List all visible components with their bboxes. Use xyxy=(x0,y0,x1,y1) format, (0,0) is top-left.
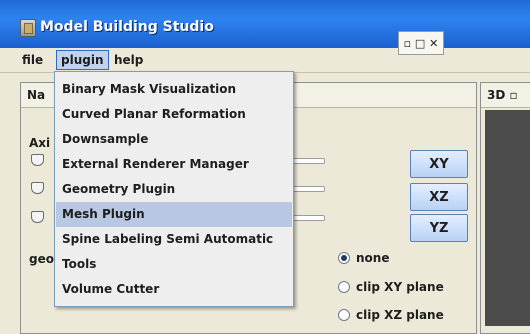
menu-item-mesh-plugin[interactable]: Mesh Plugin xyxy=(56,202,292,227)
radio-icon[interactable] xyxy=(338,281,350,293)
menu-file[interactable]: file xyxy=(18,51,47,69)
clip-xz-label: clip XZ plane xyxy=(356,308,444,322)
clip-none-label: none xyxy=(356,251,390,265)
clip-xy-option[interactable]: clip XY plane xyxy=(338,278,444,296)
view-xy-button[interactable]: XY xyxy=(410,150,468,178)
menu-item-curved-planar-reformation[interactable]: Curved Planar Reformation xyxy=(56,102,292,127)
radio-checked-icon[interactable] xyxy=(338,252,350,264)
clip-xy-label: clip XY plane xyxy=(356,280,444,294)
panel-controls-label[interactable]: ▫ □ ✕ xyxy=(404,37,439,50)
menu-item-external-renderer-manager[interactable]: External Renderer Manager xyxy=(56,152,292,177)
slider-thumb[interactable] xyxy=(31,154,44,166)
panel-tab-label[interactable]: Na xyxy=(27,88,45,102)
clip-none-option[interactable]: none xyxy=(338,249,389,267)
menu-item-downsample[interactable]: Downsample xyxy=(56,127,292,152)
menu-item-volume-cutter[interactable]: Volume Cutter xyxy=(56,277,292,302)
app-icon xyxy=(20,19,36,37)
menu-item-geometry-plugin[interactable]: Geometry Plugin xyxy=(56,177,292,202)
plugin-dropdown-menu: Binary Mask Visualization Curved Planar … xyxy=(54,71,294,307)
menu-help[interactable]: help xyxy=(110,51,147,69)
clip-xz-option[interactable]: clip XZ plane xyxy=(338,306,444,324)
radio-icon[interactable] xyxy=(338,309,350,321)
axis-label: Axi xyxy=(29,136,51,150)
window-title: Model Building Studio xyxy=(40,19,214,35)
slider-track-1[interactable] xyxy=(291,158,325,164)
menu-item-tools[interactable]: Tools xyxy=(56,252,292,277)
3d-view-canvas[interactable] xyxy=(485,110,530,326)
slider-track-2[interactable] xyxy=(291,186,325,192)
menu-bar: file plugin help xyxy=(0,48,530,73)
menu-plugin[interactable]: plugin xyxy=(56,50,109,70)
slider-thumb[interactable] xyxy=(31,211,44,223)
3d-tab-label[interactable]: 3D ▫ xyxy=(487,88,518,102)
axis-slider-1[interactable] xyxy=(31,154,44,166)
menu-item-spine-labeling-semi-automatic[interactable]: Spine Labeling Semi Automatic xyxy=(56,227,292,252)
slider-thumb[interactable] xyxy=(31,182,44,194)
3d-panel-header: 3D ▫ xyxy=(481,83,530,108)
axis-slider-3[interactable] xyxy=(31,211,44,223)
view-xz-button[interactable]: XZ xyxy=(410,183,468,211)
geometry-label: geo xyxy=(29,252,54,266)
menu-item-binary-mask-visualization[interactable]: Binary Mask Visualization xyxy=(56,77,292,102)
panel-window-controls[interactable]: ▫ □ ✕ xyxy=(398,31,444,55)
title-bar: Model Building Studio xyxy=(0,0,530,49)
view-yz-button[interactable]: YZ xyxy=(410,214,468,242)
slider-track-3[interactable] xyxy=(291,215,325,221)
axis-slider-2[interactable] xyxy=(31,182,44,194)
